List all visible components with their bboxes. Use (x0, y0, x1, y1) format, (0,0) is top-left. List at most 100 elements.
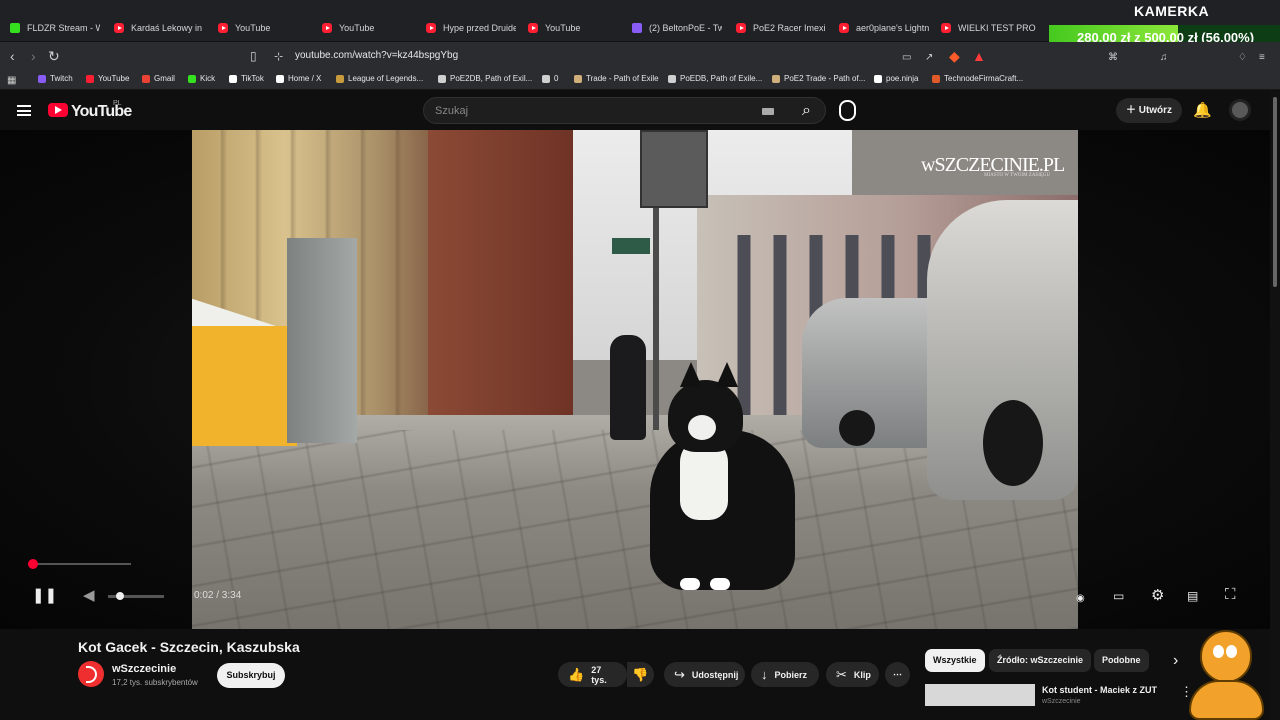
autoplay-toggle-icon[interactable]: ◉ (1076, 591, 1085, 606)
cat-ear (680, 362, 702, 387)
bookmark-item[interactable]: TikTok (229, 74, 264, 83)
search-box[interactable]: Szukaj ⌕ (423, 97, 826, 124)
plus-icon: ＋ (1125, 105, 1139, 116)
bookmark-item[interactable]: 0 (542, 74, 558, 83)
bookmark-label: Gmail (154, 74, 175, 83)
browser-tab[interactable]: aer0plane's Lightnir (839, 16, 929, 40)
create-button[interactable]: ＋ Utwórz (1116, 98, 1182, 123)
chevron-right-icon[interactable]: › (1173, 652, 1178, 670)
bookmark-item[interactable]: YouTube (86, 74, 129, 83)
page-scrollbar[interactable] (1270, 91, 1280, 720)
bookmark-item[interactable]: PoEDB, Path of Exile... (668, 74, 762, 83)
bookmark-label: Trade - Path of Exile (586, 74, 659, 83)
thumb-up-icon: 👍 (568, 667, 585, 682)
channel-avatar[interactable] (78, 661, 104, 687)
subscribe-button[interactable]: Subskrybuj (217, 663, 285, 688)
video-progress-bar[interactable] (30, 563, 131, 565)
related-video-channel[interactable]: wSzczecinie (1042, 698, 1081, 705)
bookmark-favicon-icon (874, 74, 882, 83)
browser-tab[interactable]: Kardaś Lekowy in h (114, 16, 204, 40)
bookmark-item[interactable]: Gmail (142, 74, 175, 83)
vpn-icon[interactable]: ♢ (1238, 51, 1247, 65)
bookmark-icon[interactable]: ▯ (250, 49, 257, 63)
progress-scrubber[interactable] (28, 559, 38, 569)
menu-icon[interactable]: ≡ (1259, 51, 1265, 65)
youtube-logo-icon[interactable] (48, 103, 68, 117)
arrow-right-icon[interactable]: › (31, 49, 36, 63)
youtube-icon (839, 23, 849, 33)
bookmark-item[interactable]: League of Legends... (336, 74, 423, 83)
search-icon[interactable]: ⌕ (802, 102, 811, 120)
bell-icon[interactable]: 🔔 (1193, 101, 1212, 119)
clip-button[interactable]: ✂ Klip (826, 662, 879, 687)
download-button[interactable]: ↓ Pobierz (751, 662, 819, 687)
browser-tab[interactable]: PoE2 Racer Imexile (736, 16, 826, 40)
share-page-icon[interactable]: ↗ (925, 51, 933, 65)
twitch-icon (632, 23, 642, 33)
site-settings-icon[interactable]: ⊹ (274, 50, 283, 64)
fullscreen-icon[interactable]: ⛶ (1225, 587, 1236, 602)
dislike-button[interactable]: 👎 (627, 662, 654, 687)
settings-gear-icon[interactable]: ⚙ (1151, 588, 1164, 603)
bookmark-label: TikTok (241, 74, 264, 83)
music-icon[interactable]: ♫ (1160, 51, 1168, 65)
browser-tab[interactable]: (2) BeltonPoE - Twi (632, 16, 722, 40)
chip-similar[interactable]: Podobne (1094, 649, 1149, 672)
scrollbar-thumb[interactable] (1273, 97, 1277, 287)
search-placeholder[interactable]: Szukaj (435, 105, 468, 117)
video-player[interactable]: wSZCZECINIE.PL MIASTO W TWOIM ZASIĘGU ❚❚ … (0, 130, 1270, 629)
screen-icon[interactable]: ▭ (902, 51, 911, 65)
video-frame[interactable]: wSZCZECINIE.PL MIASTO W TWOIM ZASIĘGU (192, 130, 1078, 629)
browser-tab[interactable]: YouTube (218, 16, 308, 40)
bookmark-favicon-icon (38, 74, 46, 83)
bookmark-label: PoE2DB, Path of Exil... (450, 74, 533, 83)
share-label: Udostępnij (691, 669, 739, 680)
subscriber-count: 17,2 tys. subskrybentów (112, 678, 198, 687)
bookmark-item[interactable]: Home / X (276, 74, 321, 83)
bookmark-favicon-icon (276, 74, 284, 83)
browser-tab-label: PoE2 Racer Imexile (753, 23, 826, 33)
bookmark-item[interactable]: PoE2 Trade - Path of... (772, 74, 865, 83)
related-video-title[interactable]: Kot student - Maciek z ZUT (1042, 685, 1157, 695)
channel-name[interactable]: wSzczecinie (112, 663, 176, 675)
arrow-left-icon[interactable]: ‹ (10, 49, 15, 63)
related-video-thumbnail[interactable] (925, 684, 1035, 706)
bookmark-item[interactable]: PoE2DB, Path of Exil... (438, 74, 532, 83)
chip-source[interactable]: Źródło: wSzczecinie (989, 649, 1092, 672)
keyboard-icon[interactable] (762, 108, 774, 115)
captions-icon[interactable]: ▭ (1113, 589, 1124, 604)
volume-slider[interactable] (108, 592, 164, 600)
avatar[interactable] (1229, 99, 1251, 121)
browser-tab[interactable]: FLDZR Stream - Wa (10, 16, 100, 40)
like-button[interactable]: 👍 27 tys. (558, 662, 627, 687)
volume-knob[interactable] (116, 592, 124, 600)
extensions-icon[interactable]: ⌘ (1108, 51, 1118, 65)
url-field[interactable]: youtube.com/watch?v=kz44bspgYbg (295, 50, 458, 61)
youtube-logo-text[interactable]: YouTube (71, 103, 132, 121)
volume-icon[interactable]: ◀ (83, 588, 95, 603)
bookmark-item[interactable]: Trade - Path of Exile (574, 74, 659, 83)
brave-shield-icon[interactable]: ◆ (949, 49, 960, 63)
share-button[interactable]: ↪ Udostępnij (664, 662, 745, 687)
microphone-icon[interactable] (839, 100, 856, 121)
chip-all[interactable]: Wszystkie (925, 649, 985, 672)
bookmark-favicon-icon (188, 74, 196, 83)
rewards-icon[interactable]: ▲ (972, 49, 986, 63)
browser-tab[interactable]: Hype przed Druider (426, 16, 516, 40)
browser-tab[interactable]: YouTube (528, 16, 618, 40)
car-wheel (983, 400, 1043, 486)
hamburger-menu-icon[interactable] (17, 105, 31, 116)
apps-icon[interactable]: ▦ (7, 74, 16, 88)
bookmark-item[interactable]: poe.ninja (874, 74, 918, 83)
browser-tab[interactable]: WIELKI TEST PRODU (941, 16, 1036, 40)
bookmark-item[interactable]: Kick (188, 74, 215, 83)
bookmark-item[interactable]: TechnodeFirmaCraft... (932, 74, 1023, 83)
youtube-icon (322, 23, 332, 33)
bookmark-favicon-icon (142, 74, 150, 83)
bookmark-item[interactable]: Twitch (38, 74, 73, 83)
more-actions-button[interactable]: ⋯ (885, 662, 910, 687)
pause-icon[interactable]: ❚❚ (32, 588, 57, 603)
browser-tab[interactable]: YouTube (322, 16, 412, 40)
reload-icon[interactable]: ↻ (48, 49, 60, 63)
theater-mode-icon[interactable]: ▤ (1187, 589, 1198, 604)
